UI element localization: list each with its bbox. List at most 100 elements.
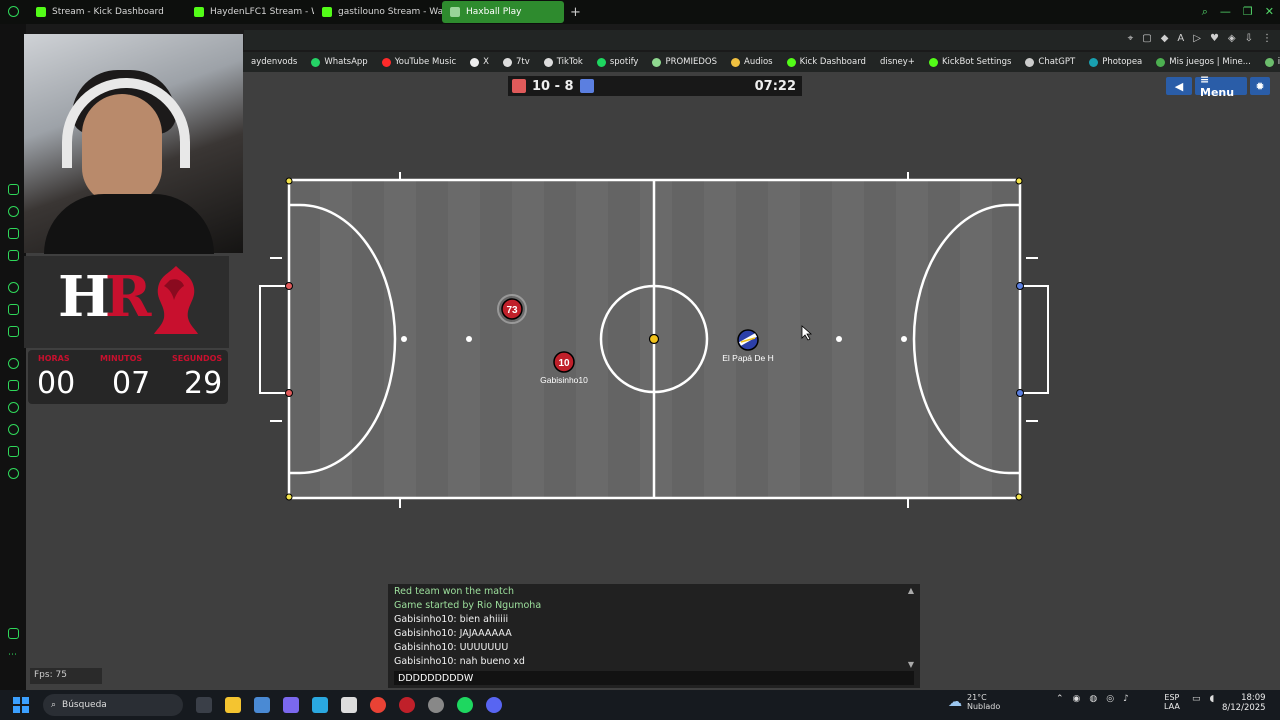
screen: Stream - Kick Dashboard HaydenLFC1 Strea…: [0, 0, 1280, 720]
more-menu-icon[interactable]: ⋮: [1262, 33, 1272, 44]
gear-icon: ✹: [1255, 79, 1265, 93]
hours-value: 00: [37, 366, 76, 401]
close-icon[interactable]: ✕: [1265, 5, 1274, 19]
system-icons: ▭ ◖: [1192, 694, 1214, 704]
monitor-icon[interactable]: ▭: [1192, 694, 1201, 704]
bookmark-whatsapp[interactable]: WhatsApp: [304, 57, 374, 67]
screenshot-icon[interactable]: ▢: [1142, 33, 1151, 44]
bookmark-kick-dashboard[interactable]: Kick Dashboard: [780, 57, 873, 67]
paint-icon[interactable]: [341, 697, 357, 713]
bookmark-impostor[interactable]: impostor: [1258, 57, 1280, 67]
bookmark-audios[interactable]: Audios: [724, 57, 780, 67]
address-bar[interactable]: [244, 30, 1280, 50]
calculator-icon[interactable]: [254, 697, 270, 713]
opera-icon[interactable]: [8, 6, 19, 17]
maximize-icon[interactable]: ❐: [1243, 5, 1253, 19]
tab-kick-dashboard[interactable]: Stream - Kick Dashboard: [28, 1, 186, 23]
sidebar-history-icon[interactable]: [8, 424, 19, 435]
bookmark-mis-juegos[interactable]: Mis juegos | Mine...: [1149, 57, 1258, 67]
bookmark-aydenvods[interactable]: aydenvods: [244, 57, 304, 67]
spotify-icon[interactable]: [457, 697, 473, 713]
play-icon[interactable]: ▷: [1193, 33, 1201, 44]
discord-icon[interactable]: [486, 697, 502, 713]
bookmark-7tv[interactable]: 7tv: [496, 57, 537, 67]
windows-start-icon[interactable]: [13, 697, 29, 713]
taskbar-search[interactable]: ⌕ Búsqueda: [43, 694, 183, 716]
cloud-icon: ☁: [948, 693, 962, 710]
tab-haydenlfc1-stream[interactable]: HaydenLFC1 Stream - Wa: [186, 1, 314, 23]
kick-icon: [194, 7, 204, 17]
sidebar-refresh-icon[interactable]: [8, 206, 19, 217]
sidebar-player-icon[interactable]: [8, 358, 19, 369]
chat-scroll-down-icon[interactable]: ▼: [908, 660, 914, 669]
bookmark-kickbot-settings[interactable]: KickBot Settings: [922, 57, 1018, 67]
sidebar-rail: ⋯: [0, 6, 26, 690]
minimize-icon[interactable]: —: [1220, 5, 1231, 19]
steam-icon[interactable]: [428, 697, 444, 713]
bookmark-tiktok[interactable]: TikTok: [537, 57, 590, 67]
impostor-icon: [1264, 57, 1274, 67]
bookmark-promiedos[interactable]: PROMIEDOS: [645, 57, 724, 67]
bookmark-disney[interactable]: disney+: [873, 57, 922, 67]
heart-icon[interactable]: ♥: [1210, 33, 1219, 44]
shield-icon[interactable]: ◆: [1161, 33, 1169, 44]
left-post-top: [285, 282, 293, 290]
ball: [648, 333, 660, 345]
mic-icon[interactable]: ♪: [1123, 694, 1129, 704]
settings-button[interactable]: ✹: [1250, 77, 1270, 95]
channel-logos: HR: [24, 256, 229, 348]
extension-icon[interactable]: ◈: [1228, 33, 1236, 44]
menu-button[interactable]: ≡ Menu: [1195, 73, 1247, 99]
sidebar-twitch-icon[interactable]: [8, 184, 19, 195]
task-view-icon[interactable]: [196, 697, 212, 713]
new-tab-button[interactable]: +: [570, 5, 581, 20]
tray-expand-icon[interactable]: ⌃: [1056, 694, 1064, 704]
taskbar-clock[interactable]: 18:09 8/12/2025: [1222, 693, 1266, 713]
sidebar-mail-icon[interactable]: [8, 250, 19, 261]
opera-gx-icon[interactable]: [399, 697, 415, 713]
pin-icon[interactable]: ⌖: [1128, 33, 1134, 44]
translate-icon[interactable]: A: [1177, 33, 1184, 44]
search-icon[interactable]: ⌕: [1202, 5, 1208, 19]
minecraft-icon: [1156, 57, 1166, 67]
input-language[interactable]: ESP LAA: [1164, 693, 1180, 711]
file-explorer-icon[interactable]: [225, 697, 241, 713]
sidebar-chatgpt-icon[interactable]: [8, 282, 19, 293]
sidebar-telegram-icon[interactable]: [8, 326, 19, 337]
chat-input[interactable]: [394, 671, 914, 685]
sidebar-heart-icon[interactable]: [8, 402, 19, 413]
volume-icon[interactable]: ◖: [1210, 694, 1215, 704]
sidebar-chat-icon[interactable]: [8, 228, 19, 239]
tray-app-icon[interactable]: ◉: [1073, 694, 1081, 704]
hr-logo: HR: [58, 264, 151, 330]
notepad-icon[interactable]: [312, 697, 328, 713]
sidebar-apps-icon[interactable]: [8, 380, 19, 391]
bookmark-spotify[interactable]: spotify: [590, 57, 646, 67]
photopea-icon: [1089, 57, 1099, 67]
weather-widget[interactable]: ☁ 21°C Nublado: [948, 693, 1000, 711]
sidebar-messenger-icon[interactable]: [8, 304, 19, 315]
tray-app-icon[interactable]: ◎: [1106, 694, 1114, 704]
window-controls: ⌕ — ❐ ✕: [1202, 5, 1274, 19]
chat-line: Gabisinho10: bien ahiiiii: [394, 614, 509, 625]
speaker-icon: ◀: [1174, 79, 1184, 93]
sidebar-more-icon[interactable]: ⋯: [8, 650, 19, 661]
player-number: 10: [558, 358, 570, 369]
search-icon: ⌕: [51, 700, 57, 710]
bookmark-chatgpt[interactable]: ChatGPT: [1018, 57, 1082, 67]
chrome-icon[interactable]: [370, 697, 386, 713]
tab-haxball-play[interactable]: Haxball Play: [442, 1, 564, 23]
chat-scroll-up-icon[interactable]: ▲: [908, 586, 914, 595]
bookmark-photopea[interactable]: Photopea: [1082, 57, 1149, 67]
download-icon[interactable]: ⇩: [1245, 33, 1253, 44]
stream-countdown: HORAS MINUTOS SEGUNDOS 00 07 29: [28, 350, 228, 404]
bookmark-x[interactable]: X: [463, 57, 496, 67]
bookmark-youtube-music[interactable]: YouTube Music: [375, 57, 463, 67]
sidebar-download-icon[interactable]: [8, 446, 19, 457]
sidebar-gx-icon[interactable]: [8, 628, 19, 639]
sound-button[interactable]: ◀: [1166, 77, 1192, 95]
tray-app-icon[interactable]: ◍: [1089, 694, 1097, 704]
sidebar-settings-icon[interactable]: [8, 468, 19, 479]
teams-icon[interactable]: [283, 697, 299, 713]
tab-gastilouno-stream[interactable]: gastilouno Stream - Watc: [314, 1, 442, 23]
